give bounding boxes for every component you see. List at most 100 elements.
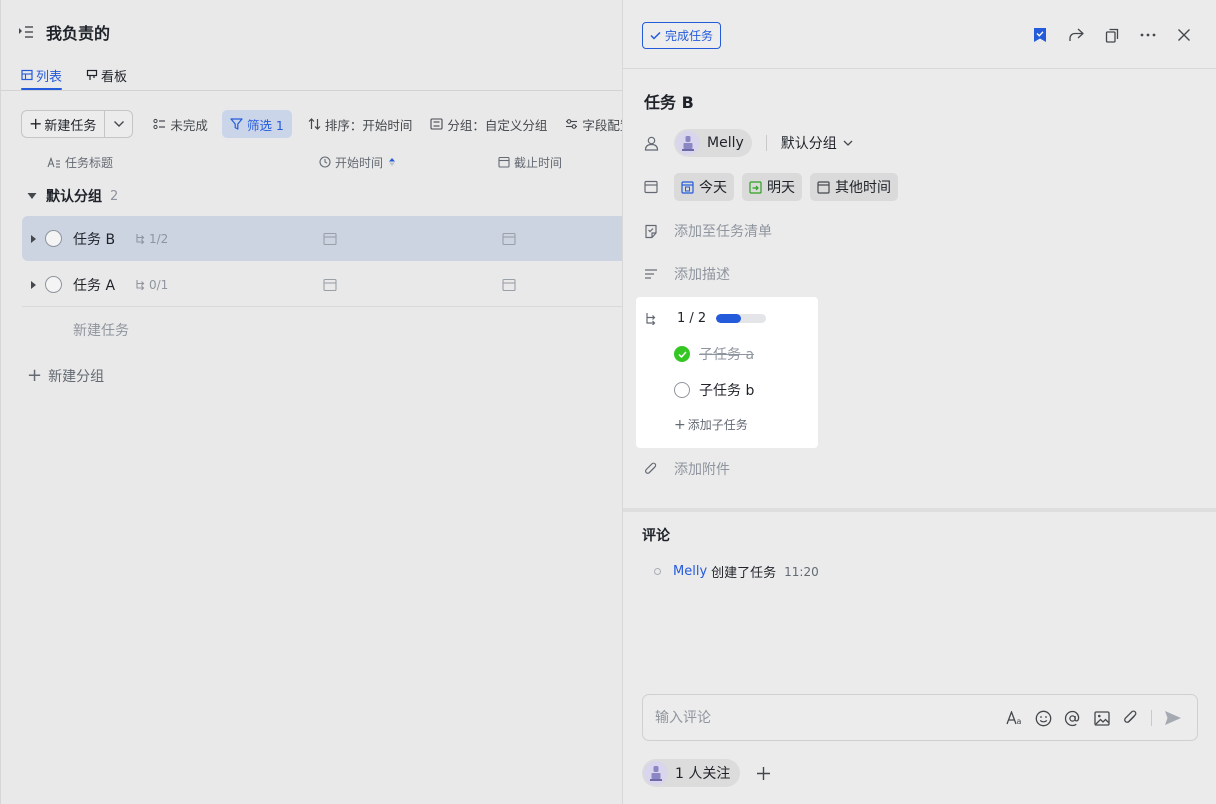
calendar-tomorrow-icon [749, 180, 762, 194]
caret-down-icon [27, 193, 37, 199]
calendar-icon [642, 178, 660, 196]
date-tomorrow-label: 明天 [767, 180, 795, 196]
subtask-count: 1/2 [135, 232, 168, 246]
incomplete-label: 未完成 [170, 117, 208, 133]
assignee-chip[interactable]: Melly [674, 129, 752, 157]
date-today-chip[interactable]: 今天 [674, 173, 734, 201]
task-detail-title[interactable]: 任务 B [644, 89, 694, 113]
task-complete-checkbox[interactable] [45, 230, 62, 247]
share-button[interactable] [1058, 24, 1094, 46]
settings-sliders-icon [566, 119, 578, 129]
column-header-start[interactable]: 开始时间 [319, 152, 400, 172]
calendar-icon [498, 156, 510, 168]
text-icon [47, 156, 60, 168]
task-row[interactable]: 任务 B 1/2 [22, 216, 622, 261]
subtask-count-text: 0/1 [149, 277, 169, 292]
view-tabs: 列表 看板 [21, 60, 151, 90]
due-date-calendar-icon[interactable] [502, 232, 516, 246]
send-button[interactable] [1158, 707, 1187, 729]
column-due-label: 截止时间 [514, 155, 563, 170]
date-tomorrow-chip[interactable]: 明天 [742, 173, 802, 201]
new-task-dropdown[interactable] [104, 111, 132, 137]
subtask-item[interactable]: 子任务 a [674, 344, 754, 364]
group-select[interactable]: 默认分组 [781, 133, 853, 153]
incomplete-filter-button[interactable]: 未完成 [153, 110, 208, 138]
attachment-row[interactable]: 添加附件 [642, 459, 730, 479]
task-row[interactable]: 任务 A 0/1 [22, 262, 622, 307]
image-icon [1093, 710, 1110, 726]
add-subtask-label: 添加子任务 [687, 418, 748, 432]
tab-kanban[interactable]: 看板 [86, 60, 127, 90]
section-divider [623, 508, 1216, 512]
task-title: 任务 A [73, 277, 116, 294]
add-description-label: 添加描述 [674, 267, 730, 283]
subtask-checkbox[interactable] [674, 382, 690, 398]
description-row[interactable]: 添加描述 [642, 264, 730, 284]
comments-heading: 评论 [642, 528, 670, 544]
attach-button[interactable] [1116, 707, 1145, 729]
date-other-chip[interactable]: 其他时间 [810, 173, 898, 201]
list-toolbar: + 新建任务 未完成 筛选 1 排序：开始时间 分组：自定义分组 字段配置 [21, 110, 622, 138]
task-complete-checkbox[interactable] [45, 276, 62, 293]
task-list-row[interactable]: 添加至任务清单 [642, 221, 772, 241]
column-header-due[interactable]: 截止时间 [498, 152, 562, 172]
calendar-today-icon [681, 180, 694, 194]
followers-count: 1 人关注 [675, 766, 731, 782]
subtask-item[interactable]: 子任务 b [674, 380, 754, 400]
complete-task-label: 完成任务 [665, 29, 714, 43]
copy-button[interactable] [1094, 24, 1130, 46]
close-icon [1178, 29, 1190, 41]
more-button[interactable] [1130, 24, 1166, 46]
caret-right-icon[interactable] [30, 280, 37, 290]
caret-right-icon[interactable] [30, 234, 37, 244]
field-config-button[interactable]: 字段配置 [565, 110, 622, 138]
image-button[interactable] [1087, 707, 1116, 729]
add-attachment-label: 添加附件 [674, 462, 730, 478]
new-task-inline-button[interactable]: 新建任务 [73, 320, 129, 340]
add-to-list-label: 添加至任务清单 [674, 224, 772, 240]
activity-action: 创建了任务 [711, 566, 777, 581]
page-title: 我负责的 [46, 24, 111, 43]
date-today-label: 今天 [699, 180, 727, 196]
text-format-button[interactable]: a [1000, 707, 1029, 729]
date-other-label: 其他时间 [835, 180, 891, 196]
subtask-done-checkbox[interactable] [674, 346, 690, 362]
complete-task-button[interactable]: 完成任务 [642, 22, 722, 49]
filter-label: 筛选 1 [246, 117, 284, 133]
new-group-button[interactable]: + 新建分组 [27, 366, 104, 386]
column-header-title[interactable]: 任务标题 [47, 152, 113, 172]
avatar [644, 761, 668, 785]
group-name: 默认分组 [46, 189, 102, 205]
due-date-calendar-icon[interactable] [502, 278, 516, 292]
group-header[interactable]: 默认分组 2 [27, 185, 118, 207]
add-subtask-button[interactable]: + 添加子任务 [674, 416, 748, 433]
start-date-calendar-icon[interactable] [323, 232, 337, 246]
mention-button[interactable] [1058, 707, 1087, 729]
group-count: 2 [110, 188, 119, 204]
start-date-calendar-icon[interactable] [323, 278, 337, 292]
bookmark-button[interactable] [1022, 24, 1058, 46]
sidebar-toggle-icon[interactable] [17, 23, 35, 41]
subtask-icon [646, 313, 656, 325]
emoji-button[interactable] [1029, 707, 1058, 729]
filter-button[interactable]: 筛选 1 [221, 110, 292, 138]
task-title: 任务 B [73, 231, 116, 248]
tab-list[interactable]: 列表 [21, 60, 63, 90]
emoji-icon [1035, 710, 1052, 726]
sort-label: 排序：开始时间 [324, 117, 413, 133]
separator [765, 135, 767, 151]
add-follower-button[interactable] [752, 762, 774, 784]
subtask-title: 子任务 b [699, 383, 755, 399]
close-button[interactable] [1166, 24, 1202, 46]
sort-button[interactable]: 排序：开始时间 [308, 110, 413, 138]
due-date-row: 今天 明天 其他时间 [642, 173, 906, 201]
new-task-button[interactable]: + 新建任务 [22, 111, 104, 137]
group-by-button[interactable]: 分组：自定义分组 [430, 110, 547, 138]
plus-icon: + [29, 114, 43, 133]
followers-chip[interactable]: 1 人关注 [642, 759, 741, 787]
activity-user[interactable]: Melly [673, 564, 707, 579]
sort-asc-icon [389, 158, 396, 166]
paperclip-icon [1124, 710, 1137, 723]
comment-input[interactable] [655, 695, 955, 740]
share-icon [1069, 28, 1084, 41]
